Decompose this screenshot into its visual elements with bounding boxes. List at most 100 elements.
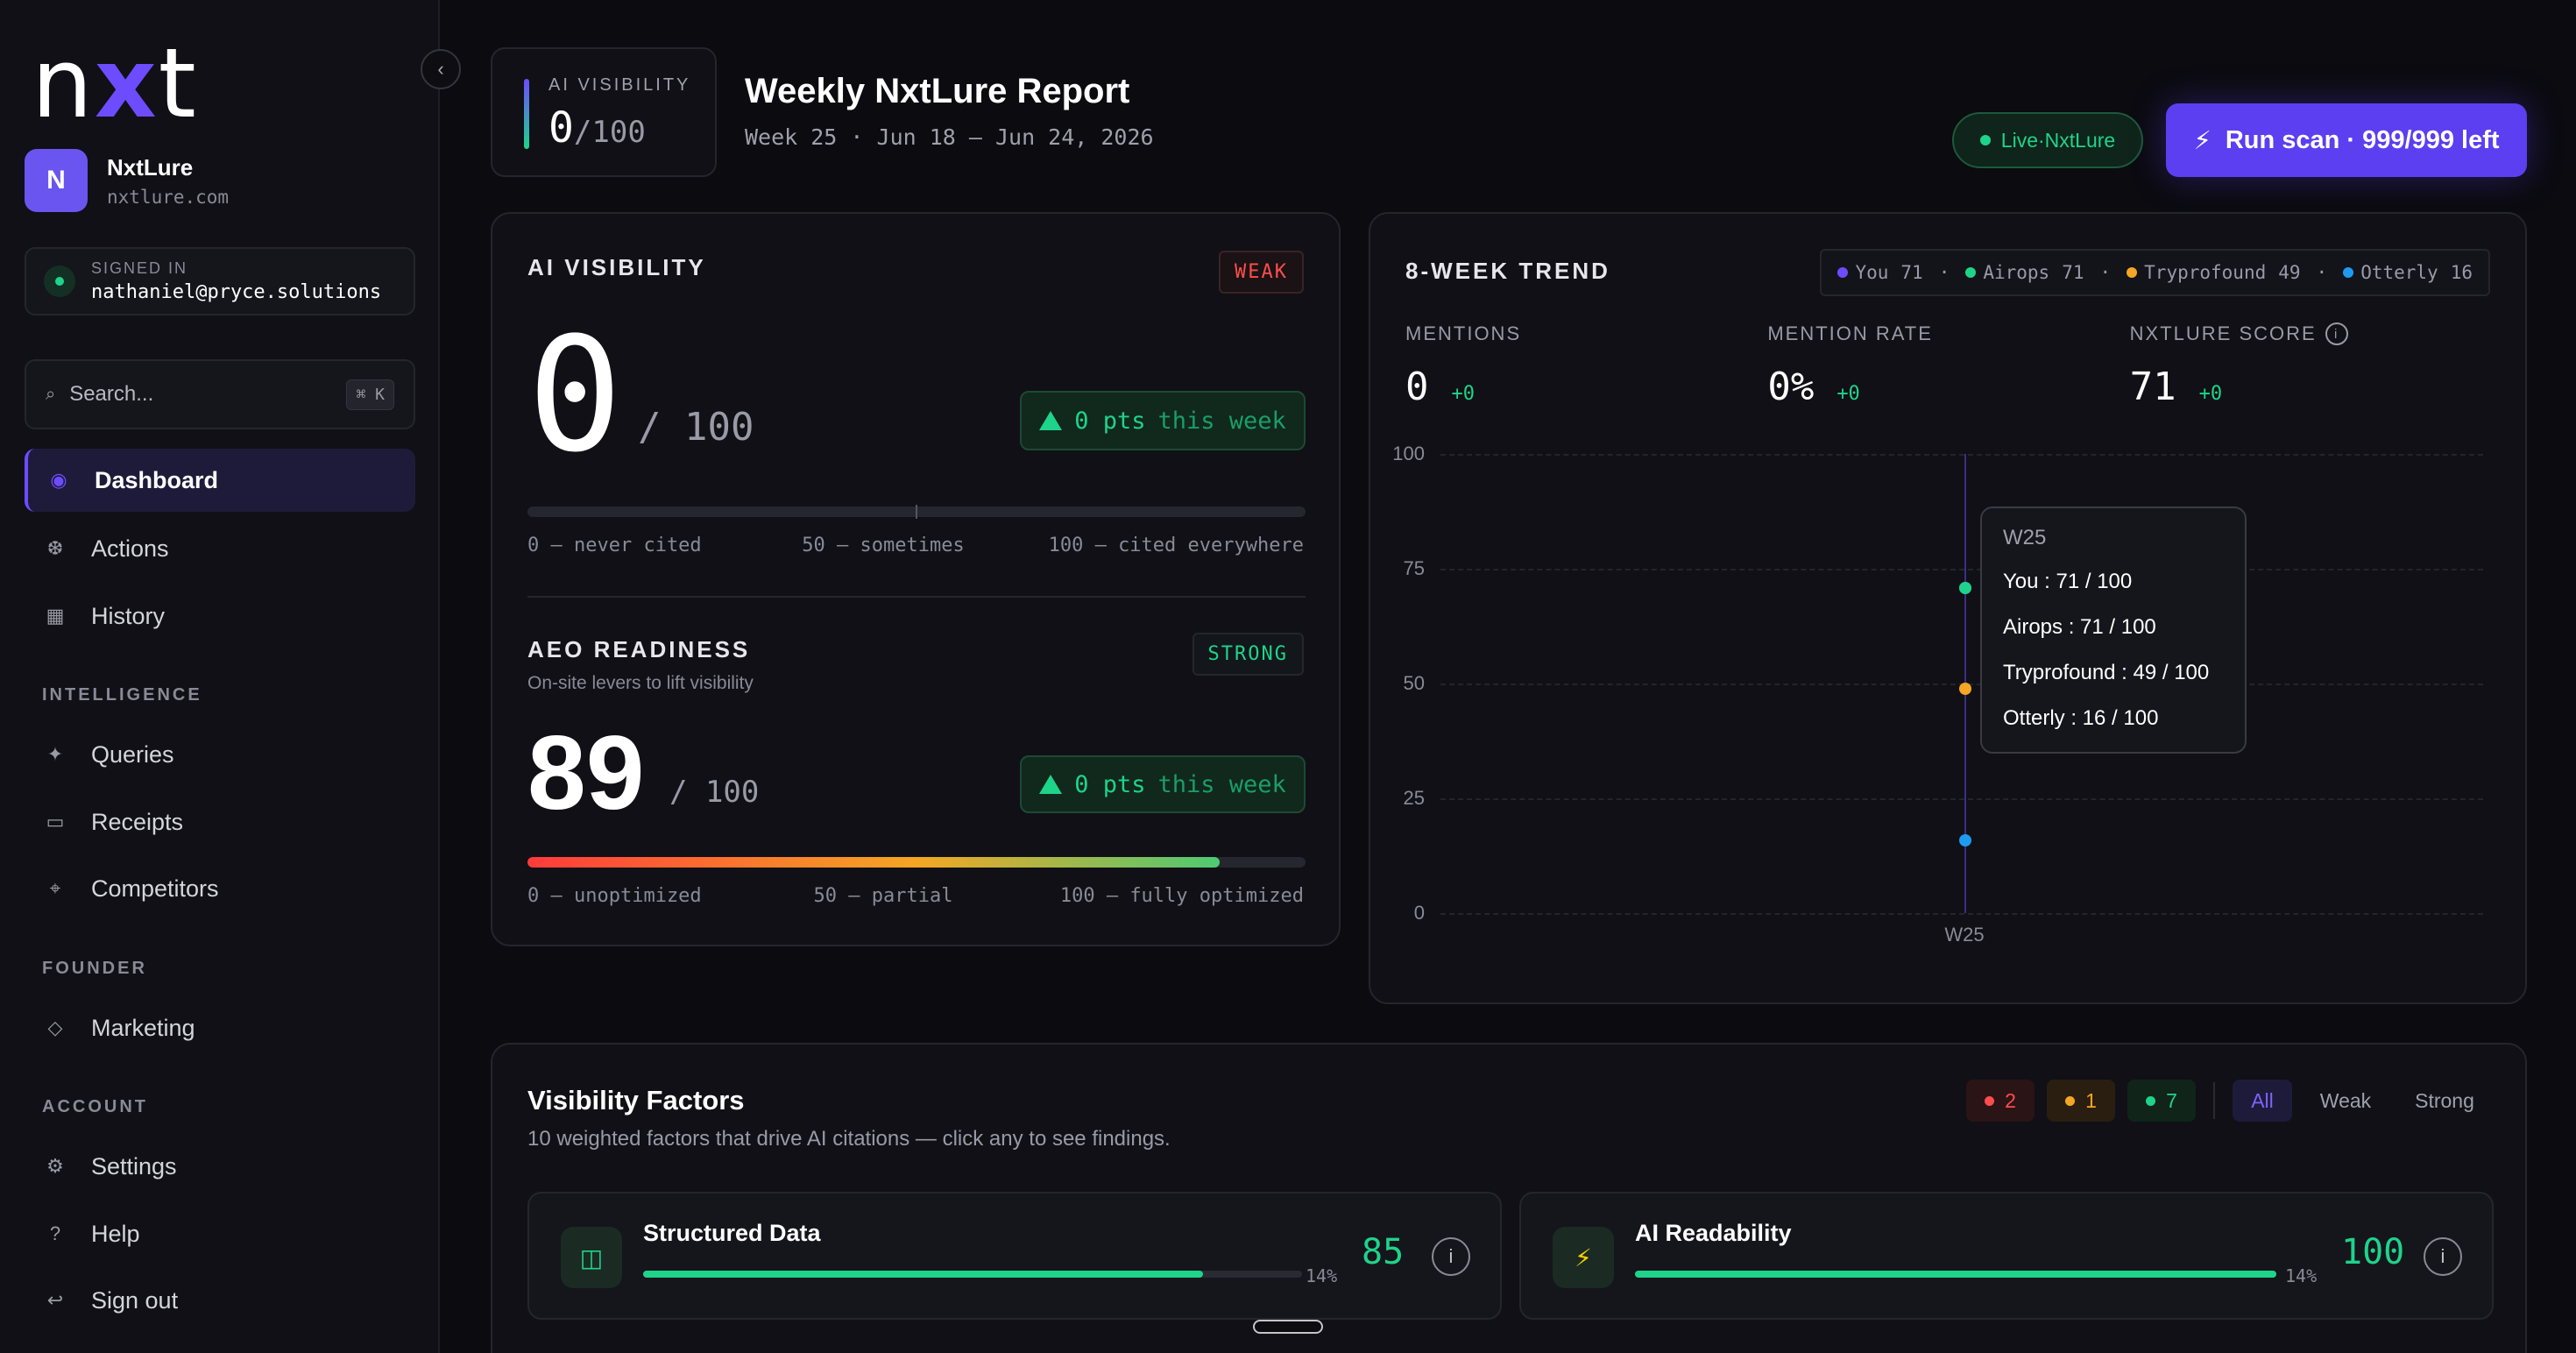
chevron-left-icon: ‹ (437, 58, 444, 80)
y-tick-label: 50 (1403, 672, 1425, 694)
sidebar-item-label: Receipts (91, 808, 184, 835)
stat-delta: +0 (1836, 383, 1860, 405)
section-label-intelligence: INTELLIGENCE (42, 685, 202, 705)
arrow-up-icon (1039, 775, 1063, 794)
sidebar-item-history[interactable]: ▦ History (25, 584, 415, 648)
filter-weak-tab[interactable]: Weak (2304, 1080, 2387, 1122)
scroll-handle[interactable] (1253, 1320, 1323, 1334)
sidebar-item-actions[interactable]: ❆ Actions (25, 517, 415, 580)
count-mid-badge[interactable]: 1 (2047, 1080, 2115, 1122)
legend-item[interactable]: Airops 71 (1965, 262, 2084, 283)
org-domain: nxtlure.com (107, 186, 230, 208)
legend-separator: · (2099, 262, 2112, 283)
visibility-factors-card: Visibility Factors 10 weighted factors t… (491, 1043, 2527, 1353)
avatar: N (25, 149, 88, 212)
settings-icon: ⚙ (46, 1155, 64, 1177)
legend-separator: · (1938, 262, 1950, 283)
stat-value: 0% (1767, 365, 1815, 409)
sidebar-item-settings[interactable]: ⚙ Settings (25, 1135, 415, 1198)
legend-item[interactable]: Tryprofound 49 (2127, 262, 2301, 283)
live-dot-icon (1979, 135, 1991, 145)
lightning-icon: ⚡ (2193, 126, 2212, 155)
search-icon: ⌕ (46, 384, 56, 404)
scale-label-mid: 50 — sometimes (802, 535, 965, 556)
count-strong-badge[interactable]: 7 (2127, 1080, 2196, 1122)
aeo-scale-label-mid: 50 — partial (813, 885, 953, 907)
dot-icon (2065, 1095, 2076, 1106)
factor-name: AI Readability (1635, 1220, 1792, 1246)
scale-label-high: 100 — cited everywhere (1048, 535, 1304, 556)
structured-data-icon: ◫ (561, 1227, 622, 1288)
x-tick-label: W25 (1944, 924, 1985, 946)
logo[interactable]: nxt (32, 35, 198, 131)
filter-strong-tab[interactable]: Strong (2399, 1080, 2490, 1122)
collapse-sidebar-button[interactable]: ‹ (421, 49, 461, 89)
sidebar-item-competitors[interactable]: ⌖ Competitors (25, 857, 415, 920)
factor-progress-fill (1635, 1271, 2276, 1278)
sidebar-item-receipts[interactable]: ▭ Receipts (25, 790, 415, 854)
chart-tooltip: W25 You : 71 / 100 Airops : 71 / 100 Try… (1980, 506, 2247, 754)
sidebar-item-label: Competitors (91, 875, 219, 902)
signed-in-card[interactable]: SIGNED IN nathaniel@pryce.solutions (25, 247, 415, 315)
legend-item[interactable]: Otterly 16 (2343, 262, 2473, 283)
tooltip-line: You : 71 / 100 (2003, 570, 2133, 593)
factors-title: Visibility Factors (527, 1085, 745, 1116)
live-status-badge[interactable]: Live·NxtLure (1952, 112, 2143, 168)
factor-weight: 14% (1306, 1265, 1338, 1286)
info-icon[interactable]: i (2325, 322, 2348, 345)
aeo-readiness-label: AEO READINESS (527, 636, 751, 662)
gridline (1440, 454, 2483, 456)
factor-name: Structured Data (643, 1220, 821, 1246)
org-switcher[interactable]: N NxtLure nxtlure.com (25, 149, 229, 212)
aeo-readiness-delta: 0 pts this week (1020, 755, 1306, 813)
run-scan-button[interactable]: ⚡ Run scan · 999/999 left (2166, 103, 2527, 177)
trend-card: 8-WEEK TREND You 71 · Airops 71 · Tryprofound 4… (1369, 212, 2527, 1004)
legend-dot-icon (2127, 267, 2138, 278)
dashboard-icon: ◉ (50, 469, 67, 491)
stat-label: NXTLURE SCORE (2129, 322, 2317, 344)
info-icon[interactable]: i (1432, 1237, 1470, 1276)
sidebar-item-label: Marketing (91, 1014, 195, 1041)
sidebar-item-dashboard[interactable]: ◉ Dashboard (25, 449, 415, 512)
legend-separator: · (2316, 262, 2328, 283)
data-point-tryprofound[interactable] (1959, 683, 1971, 696)
y-tick-label: 75 (1403, 557, 1425, 579)
search-input[interactable]: ⌕ Search... ⌘ K (25, 359, 415, 429)
data-point-airops[interactable] (1959, 581, 1971, 594)
filter-all-tab[interactable]: All (2233, 1080, 2292, 1122)
aeo-readiness-subtitle: On-site levers to lift visibility (527, 673, 754, 693)
sidebar-item-label: History (91, 602, 166, 629)
count-weak-badge[interactable]: 2 (1966, 1080, 2035, 1122)
divider (527, 596, 1306, 598)
factors-subtitle: 10 weighted factors that drive AI citati… (527, 1127, 1171, 1151)
dot-icon (2146, 1095, 2156, 1106)
legend-dot-icon (2343, 267, 2354, 278)
info-icon[interactable]: i (2424, 1237, 2462, 1276)
dot-icon (1985, 1095, 1995, 1106)
org-name: NxtLure (107, 153, 194, 181)
data-point-otterly[interactable] (1959, 834, 1971, 847)
sidebar-item-sign-out[interactable]: ↩ Sign out (25, 1269, 415, 1332)
ai-visibility-delta: 0 pts this week (1020, 391, 1306, 450)
sidebar-item-label: Sign out (91, 1286, 179, 1314)
sidebar-item-queries[interactable]: ✦ Queries (25, 723, 415, 786)
legend-item[interactable]: You 71 (1837, 262, 1923, 283)
signed-in-email: nathaniel@pryce.solutions (91, 281, 382, 303)
legend-dot-icon (1837, 267, 1849, 278)
ai-visibility-label: AI VISIBILITY (527, 254, 706, 280)
y-tick-label: 0 (1413, 902, 1425, 924)
score-card: AI VISIBILITY WEAK 0 / 100 0 pts this wee… (491, 212, 1341, 946)
aeo-readiness-max: / 100 (669, 775, 760, 810)
tooltip-line: Otterly : 16 / 100 (2003, 706, 2159, 730)
stat-value: 0 (1405, 365, 1429, 409)
sidebar-item-marketing[interactable]: ◇ Marketing (25, 996, 415, 1059)
factor-card-structured-data[interactable]: ◫ Structured Data 14% 85 i (527, 1192, 1502, 1320)
ai-visibility-score: 0 (527, 304, 623, 487)
factor-progress-fill (643, 1271, 1204, 1278)
stat-value: 71 (2129, 365, 2176, 409)
sign-out-icon: ↩ (46, 1289, 64, 1311)
sidebar-item-help[interactable]: ? Help (25, 1202, 415, 1265)
factor-card-ai-readability[interactable]: ⚡ AI Readability 14% 100 i (1519, 1192, 2494, 1320)
help-icon: ? (49, 1222, 61, 1244)
trend-stat: NXTLURE SCORE i 71 +0 (2130, 322, 2492, 409)
